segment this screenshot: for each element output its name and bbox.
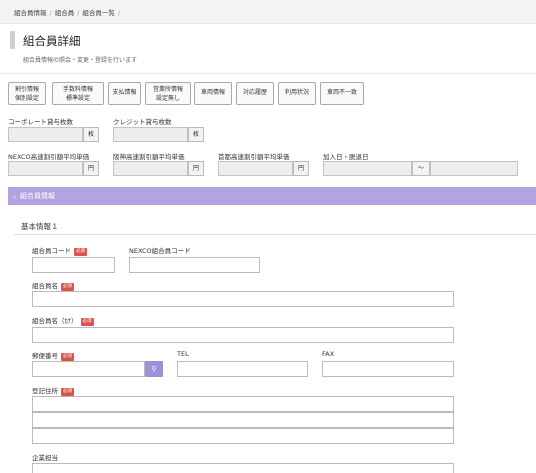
corporate-cards-label: コーポレート貸与枚数 bbox=[8, 118, 73, 126]
address-line3-input[interactable] bbox=[32, 428, 454, 444]
title-accent-bar bbox=[10, 31, 15, 49]
breadcrumb-item[interactable]: 組合員 bbox=[55, 9, 75, 17]
breadcrumb-separator: / bbox=[49, 9, 52, 17]
breadcrumb-separator: / bbox=[117, 9, 121, 17]
field-label: 組合員名 bbox=[32, 282, 58, 290]
required-badge: 必須 bbox=[61, 388, 74, 396]
company-contact-label: 企業担当 bbox=[32, 454, 58, 462]
shuto-avg-price-field bbox=[218, 161, 293, 176]
page-title: 組合員詳細 bbox=[23, 34, 81, 48]
tab-label: 車両情報 bbox=[200, 89, 225, 96]
date-range-separator: ～ bbox=[412, 161, 430, 176]
section-title: 組合員情報 bbox=[20, 192, 56, 200]
shuto-avg-price-label: 首都高速割引額平均単価 bbox=[218, 153, 290, 161]
tab-sublabel: 設定無し bbox=[155, 95, 180, 102]
tab-vehicle-mismatch[interactable]: 車両不一致 bbox=[320, 82, 364, 105]
required-badge: 必須 bbox=[61, 353, 74, 361]
credit-cards-label: クレジット貸与枚数 bbox=[113, 118, 172, 126]
tab-discount-info[interactable]: 割引情報 個別設定 bbox=[8, 82, 46, 105]
unit-yen: 円 bbox=[188, 161, 204, 176]
registered-address-label: 登記住所 必須 bbox=[32, 385, 74, 396]
hanshin-avg-price-label: 阪神高速割引額平均単価 bbox=[113, 153, 185, 161]
section-header-member-info[interactable]: ⌄ 組合員情報 bbox=[8, 187, 536, 205]
tab-office-info[interactable]: 営業所情報 設定無し bbox=[145, 82, 191, 105]
member-code-label: 組合員コード 必須 bbox=[32, 245, 87, 256]
tab-sublabel: 個別設定 bbox=[14, 95, 39, 102]
subsection-title: 基本情報１ bbox=[21, 222, 59, 231]
breadcrumb-item[interactable]: 組合員一覧 bbox=[82, 9, 115, 17]
page-subtitle: 組合員情報の照会・変更・登録を行います bbox=[23, 57, 138, 64]
tab-sublabel: 標準設定 bbox=[65, 95, 90, 102]
nexco-avg-price-field bbox=[8, 161, 83, 176]
tab-usage-status[interactable]: 利用状況 bbox=[278, 82, 316, 105]
field-label: 登記住所 bbox=[32, 387, 58, 395]
field-label: 組合員コード bbox=[32, 247, 71, 255]
corporate-cards-field bbox=[8, 127, 83, 142]
postal-code-input[interactable] bbox=[32, 361, 145, 377]
divider bbox=[14, 234, 536, 235]
tab-label: 利用状況 bbox=[284, 89, 309, 96]
nexco-member-code-input[interactable] bbox=[129, 257, 260, 273]
required-badge: 必須 bbox=[80, 318, 94, 326]
member-name-kana-label: 組合員名（ｶﾅ） 必須 bbox=[32, 315, 94, 326]
nexco-avg-price-label: NEXCO高速割引額平均単価 bbox=[8, 153, 90, 161]
member-code-input[interactable] bbox=[32, 257, 115, 273]
nexco-member-code-label: NEXCO組合員コード bbox=[129, 247, 191, 255]
breadcrumb-separator: / bbox=[77, 9, 80, 17]
tab-label: 営業所情報 bbox=[152, 86, 183, 93]
unit-yen: 円 bbox=[293, 161, 309, 176]
breadcrumb: 組合員情報 / 組合員 / 組合員一覧 / bbox=[0, 0, 536, 24]
required-badge: 必須 bbox=[61, 283, 74, 291]
field-label: 郵便番号 bbox=[32, 352, 58, 360]
member-name-label: 組合員名 必須 bbox=[32, 280, 74, 291]
unit-mai: 枚 bbox=[188, 127, 204, 142]
required-badge: 必須 bbox=[74, 248, 87, 256]
tab-label: 割引情報 bbox=[14, 86, 39, 93]
join-leave-date-label: 加入日・脱退日 bbox=[323, 153, 369, 161]
tab-history[interactable]: 対応履歴 bbox=[236, 82, 274, 105]
hanshin-avg-price-field bbox=[113, 161, 188, 176]
tab-label: 対応履歴 bbox=[242, 89, 267, 96]
fax-input[interactable] bbox=[322, 361, 454, 377]
postal-code-label: 郵便番号 必須 bbox=[32, 350, 74, 361]
tel-label: TEL bbox=[177, 350, 189, 358]
company-contact-input[interactable] bbox=[32, 463, 454, 473]
chevron-down-icon: ⌄ bbox=[12, 193, 18, 200]
member-name-kana-input[interactable] bbox=[32, 327, 454, 343]
unit-mai: 枚 bbox=[83, 127, 99, 142]
address-line2-input[interactable] bbox=[32, 412, 454, 428]
join-date-field bbox=[323, 161, 412, 176]
member-name-input[interactable] bbox=[32, 291, 454, 307]
tab-payment-info[interactable]: 支払情報 bbox=[108, 82, 141, 105]
tab-label: 手数料情報 bbox=[62, 86, 93, 93]
unit-yen: 円 bbox=[83, 161, 99, 176]
search-icon[interactable]: ⚲ bbox=[145, 361, 163, 377]
leave-date-field bbox=[430, 161, 518, 176]
tab-label: 支払情報 bbox=[112, 89, 137, 96]
address-line1-input[interactable] bbox=[32, 396, 454, 412]
divider bbox=[0, 73, 536, 74]
tab-label: 車両不一致 bbox=[326, 89, 357, 96]
credit-cards-field bbox=[113, 127, 188, 142]
tab-vehicle-info[interactable]: 車両情報 bbox=[194, 82, 232, 105]
breadcrumb-item[interactable]: 組合員情報 bbox=[14, 9, 47, 17]
fax-label: FAX bbox=[322, 350, 335, 358]
tel-input[interactable] bbox=[177, 361, 308, 377]
tab-fee-info[interactable]: 手数料情報 標準設定 bbox=[52, 82, 104, 105]
field-label: 組合員名（ｶﾅ） bbox=[32, 317, 78, 325]
page-header: 組合員詳細 組合員情報の照会・変更・登録を行います bbox=[10, 31, 530, 69]
